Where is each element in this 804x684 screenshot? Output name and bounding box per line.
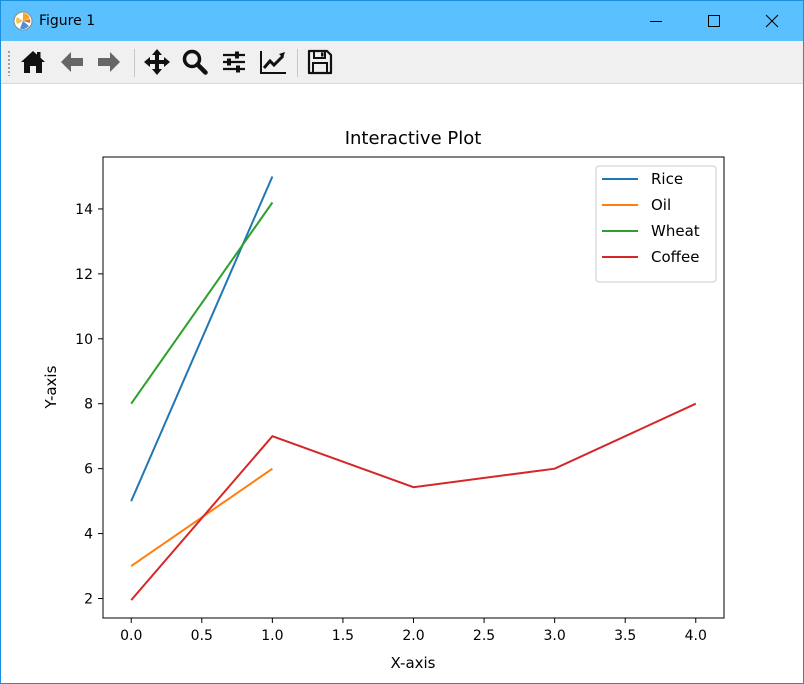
maximize-button[interactable] bbox=[685, 1, 743, 41]
pan-move-icon bbox=[144, 49, 170, 75]
toolbar-separator bbox=[297, 49, 298, 77]
edit-axis-button[interactable] bbox=[256, 45, 290, 79]
x-tick-label: 2.0 bbox=[402, 628, 424, 644]
y-tick-label: 4 bbox=[84, 527, 93, 543]
legend-label: Oil bbox=[651, 196, 671, 214]
y-tick-label: 6 bbox=[84, 462, 93, 478]
y-tick-label: 2 bbox=[84, 592, 93, 608]
x-axis-ticks: 0.0 0.5 1.0 1.5 2.0 2.5 3.0 3.5 4.0 bbox=[120, 618, 707, 644]
edit-axis-lines-icon bbox=[260, 51, 286, 74]
x-tick-label: 3.5 bbox=[614, 628, 636, 644]
legend-label: Coffee bbox=[651, 248, 699, 266]
series-line-rice bbox=[130, 176, 274, 502]
x-tick-label: 1.0 bbox=[261, 628, 283, 644]
figure-canvas[interactable]: Interactive Plot 0.0 0.5 1.0 1.5 2.0 2.5 3.0 3.… bbox=[1, 84, 803, 683]
legend-label: Rice bbox=[651, 170, 683, 188]
close-icon bbox=[765, 14, 779, 28]
matplotlib-logo-icon bbox=[13, 11, 33, 31]
zoom-button[interactable] bbox=[178, 45, 212, 79]
forward-button[interactable] bbox=[92, 45, 126, 79]
minimize-icon bbox=[650, 21, 662, 22]
series-line-wheat bbox=[130, 201, 274, 405]
x-tick-label: 0.5 bbox=[191, 628, 213, 644]
zoom-magnifier-icon bbox=[182, 49, 208, 75]
home-button[interactable] bbox=[16, 45, 50, 79]
pan-button[interactable] bbox=[140, 45, 174, 79]
x-tick-label: 0.0 bbox=[120, 628, 142, 644]
x-tick-label: 1.5 bbox=[332, 628, 354, 644]
forward-arrow-icon bbox=[98, 52, 120, 72]
title-bar[interactable]: Figure 1 bbox=[1, 1, 803, 41]
x-axis-label: X-axis bbox=[391, 654, 436, 672]
toolbar-separator bbox=[134, 49, 135, 77]
toolbar-grip[interactable] bbox=[7, 50, 11, 76]
maximize-icon bbox=[708, 15, 720, 27]
x-tick-label: 3.0 bbox=[544, 628, 566, 644]
home-icon bbox=[21, 51, 45, 73]
back-arrow-icon bbox=[61, 52, 83, 72]
save-floppy-icon bbox=[307, 49, 333, 75]
chart-title: Interactive Plot bbox=[345, 128, 482, 149]
x-tick-label: 2.5 bbox=[473, 628, 495, 644]
y-tick-label: 12 bbox=[75, 267, 93, 283]
configure-subplots-button[interactable] bbox=[217, 45, 251, 79]
save-button[interactable] bbox=[303, 45, 337, 79]
y-tick-label: 8 bbox=[84, 397, 93, 413]
configure-subplots-icon bbox=[223, 51, 245, 73]
y-axis-label: Y-axis bbox=[42, 365, 60, 409]
line-chart[interactable]: Interactive Plot 0.0 0.5 1.0 1.5 2.0 2.5 3.0 3.… bbox=[1, 84, 803, 683]
close-button[interactable] bbox=[743, 1, 801, 41]
y-axis-ticks: 2 4 6 8 10 12 14 bbox=[75, 202, 103, 608]
minimize-button[interactable] bbox=[627, 1, 685, 41]
x-tick-label: 4.0 bbox=[685, 628, 707, 644]
figure-window: Figure 1 Interactive Plot 0.0 0.5 1.0 1.… bbox=[0, 0, 804, 684]
navigation-toolbar bbox=[1, 41, 803, 84]
legend-label: Wheat bbox=[651, 222, 700, 240]
window-title: Figure 1 bbox=[39, 13, 96, 29]
y-tick-label: 10 bbox=[75, 332, 93, 348]
y-tick-label: 14 bbox=[75, 202, 93, 218]
series-line-coffee bbox=[130, 402, 697, 601]
back-button[interactable] bbox=[55, 45, 89, 79]
legend: Rice Oil Wheat Coffee bbox=[595, 165, 717, 283]
